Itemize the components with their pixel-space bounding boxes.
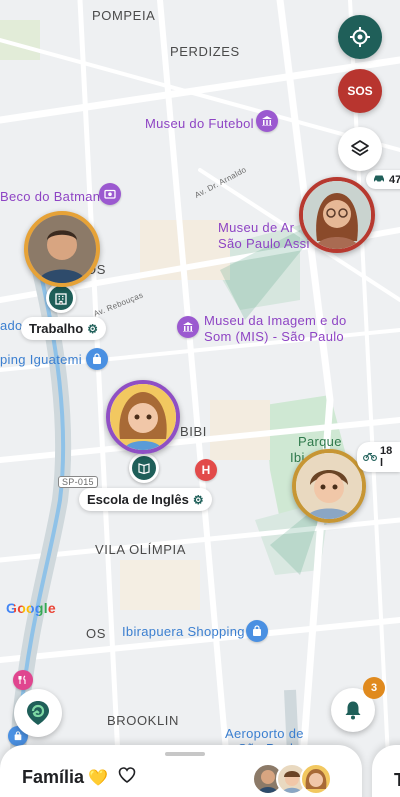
person-avatar-image	[28, 215, 96, 283]
district-label: OS	[86, 626, 106, 641]
map-view[interactable]: POMPEIA PERDIZES BIBI VILA OLÍMPIA BROOK…	[0, 0, 400, 797]
app-logo-icon	[27, 701, 49, 725]
speed-chip-car: 47	[366, 170, 400, 189]
bell-icon	[345, 701, 361, 720]
member-avatar-father[interactable]	[24, 211, 100, 287]
poi-label-iguatemi: ping Iguatemi	[0, 352, 82, 367]
poi-label-museu-arte: Museu de Ar	[218, 220, 295, 235]
gallery-icon[interactable]	[99, 183, 121, 205]
place-pin-work[interactable]	[46, 283, 76, 313]
hospital-icon[interactable]: H	[195, 459, 217, 481]
person-avatar-image	[110, 384, 176, 450]
place-label: Escola de Inglês	[87, 492, 189, 507]
group-title[interactable]: Família 💛	[22, 767, 136, 788]
restaurant-icon[interactable]	[13, 670, 33, 690]
next-tab-initial: T	[394, 770, 400, 790]
district-label: PERDIZES	[170, 44, 240, 59]
sheet-drag-handle[interactable]	[165, 752, 205, 756]
map-layers-button[interactable]	[338, 127, 382, 171]
gear-icon: ⚙	[87, 321, 98, 336]
sos-button[interactable]: SOS	[338, 69, 382, 113]
notification-badge: 3	[363, 677, 385, 699]
app-logo-button[interactable]	[14, 689, 62, 737]
poi-label-museu-arte-2: São Paulo Assi	[218, 236, 310, 251]
layers-icon	[351, 140, 369, 156]
member-avatar-son[interactable]	[292, 449, 366, 523]
place-chip-school[interactable]: Escola de Inglês ⚙	[79, 488, 212, 511]
place-label: Trabalho	[29, 321, 84, 336]
speed-chip-bike: 18 l	[357, 442, 400, 472]
google-logo: Google	[6, 600, 57, 616]
person-avatar-image	[296, 453, 362, 519]
highway-shield: SP-015	[58, 476, 98, 488]
mini-avatar	[300, 763, 332, 795]
speed-value: 47	[389, 173, 400, 186]
district-label: BIBI	[180, 424, 207, 439]
place-pin-school[interactable]	[129, 453, 159, 483]
crosshair-icon	[350, 27, 370, 47]
poi-label-ado: ado	[0, 318, 23, 333]
car-icon	[372, 173, 386, 186]
person-avatar-image	[303, 181, 371, 249]
place-chip-work[interactable]: Trabalho ⚙	[21, 317, 106, 340]
poi-label-ibirapuera-shopping: Ibirapuera Shopping	[122, 624, 245, 639]
building-icon	[55, 293, 67, 305]
district-label: POMPEIA	[92, 8, 156, 23]
poi-label-aeroporto: Aeroporto de	[225, 726, 304, 741]
poi-label-parque: Parque	[298, 434, 342, 449]
museum-icon[interactable]	[177, 316, 199, 338]
poi-label-museu-futebol: Museu do Futebol	[145, 116, 254, 131]
gear-icon: ⚙	[192, 492, 204, 507]
member-avatar-daughter[interactable]	[106, 380, 180, 454]
group-name: Família	[22, 767, 85, 787]
member-avatar-mother[interactable]	[299, 177, 375, 253]
sos-label: SOS	[347, 84, 373, 98]
recenter-button[interactable]	[338, 15, 382, 59]
member-avatar-stack[interactable]	[252, 763, 342, 797]
district-label: BROOKLIN	[107, 713, 179, 728]
district-label: VILA OLÍMPIA	[95, 542, 187, 557]
poi-label-beco-batman: Beco do Batman	[0, 189, 101, 204]
museum-icon[interactable]	[256, 110, 278, 132]
favorite-heart-icon[interactable]	[118, 767, 136, 788]
shopping-bag-icon[interactable]	[246, 620, 268, 642]
shopping-bag-icon[interactable]	[86, 348, 108, 370]
heart-emoji: 💛	[88, 769, 108, 787]
poi-label-museu-imagem: Museu da Imagem e do	[204, 313, 347, 328]
poi-label-museu-imagem-2: Som (MIS) - São Paulo	[204, 329, 344, 344]
bike-icon	[363, 451, 377, 464]
speed-value: 18 l	[380, 445, 393, 469]
book-icon	[138, 463, 150, 475]
